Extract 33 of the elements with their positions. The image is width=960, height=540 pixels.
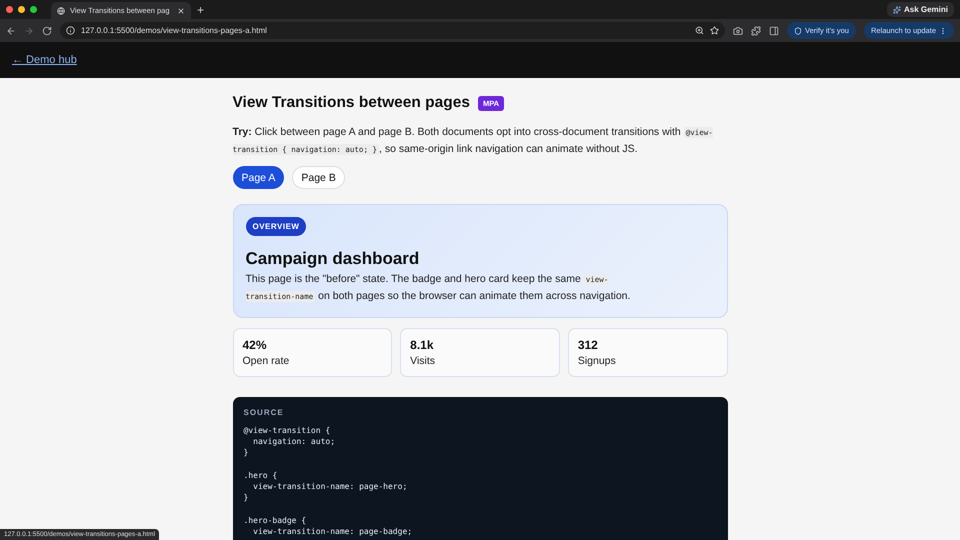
source-code: @view-transition { navigation: auto; } .hero { view-transition-name: page-hero; } .hero-badge { view-transition-name: page-badge; (244, 425, 414, 538)
side-panel-icon[interactable] (768, 26, 779, 36)
camera-icon[interactable] (732, 26, 743, 36)
ask-gemini-button[interactable]: Ask Gemini (886, 2, 954, 17)
forward-icon[interactable] (24, 26, 34, 36)
source-label: SOURCE (244, 408, 285, 417)
stat-label: Signups (578, 355, 617, 367)
page-title: View Transitions between pages (232, 94, 470, 112)
stat-label: Visits (410, 355, 436, 367)
overview-badge: OVERVIEW (246, 217, 306, 236)
globe-icon (57, 6, 65, 14)
close-window-button[interactable] (6, 6, 13, 13)
extensions-icon[interactable] (750, 26, 761, 36)
reload-icon[interactable] (42, 26, 52, 36)
info-icon[interactable] (66, 26, 75, 35)
stat-value: 8.1k (410, 338, 435, 352)
star-icon[interactable] (710, 26, 719, 35)
page-link[interactable]: Page B (292, 166, 345, 189)
minimize-window-button[interactable] (18, 6, 25, 13)
close-icon[interactable] (177, 6, 185, 14)
stat-label: Open rate (242, 355, 290, 367)
hero-title: Campaign dashboard (246, 249, 420, 269)
page-link[interactable]: Page A (232, 166, 284, 189)
back-link[interactable]: ← Demo hub (12, 54, 77, 66)
sparkle-icon (892, 6, 901, 14)
zoom-icon[interactable] (694, 26, 704, 35)
maximize-window-button[interactable] (30, 6, 37, 13)
stat-value: 42% (242, 338, 268, 352)
back-icon[interactable] (6, 26, 16, 36)
stat-value: 312 (578, 338, 599, 352)
new-tab-button[interactable]: + (197, 2, 204, 16)
shield-icon (794, 26, 802, 34)
address-bar[interactable]: 127.0.0.1:5500/demos/view-transitions-pages-a.html (60, 22, 725, 39)
